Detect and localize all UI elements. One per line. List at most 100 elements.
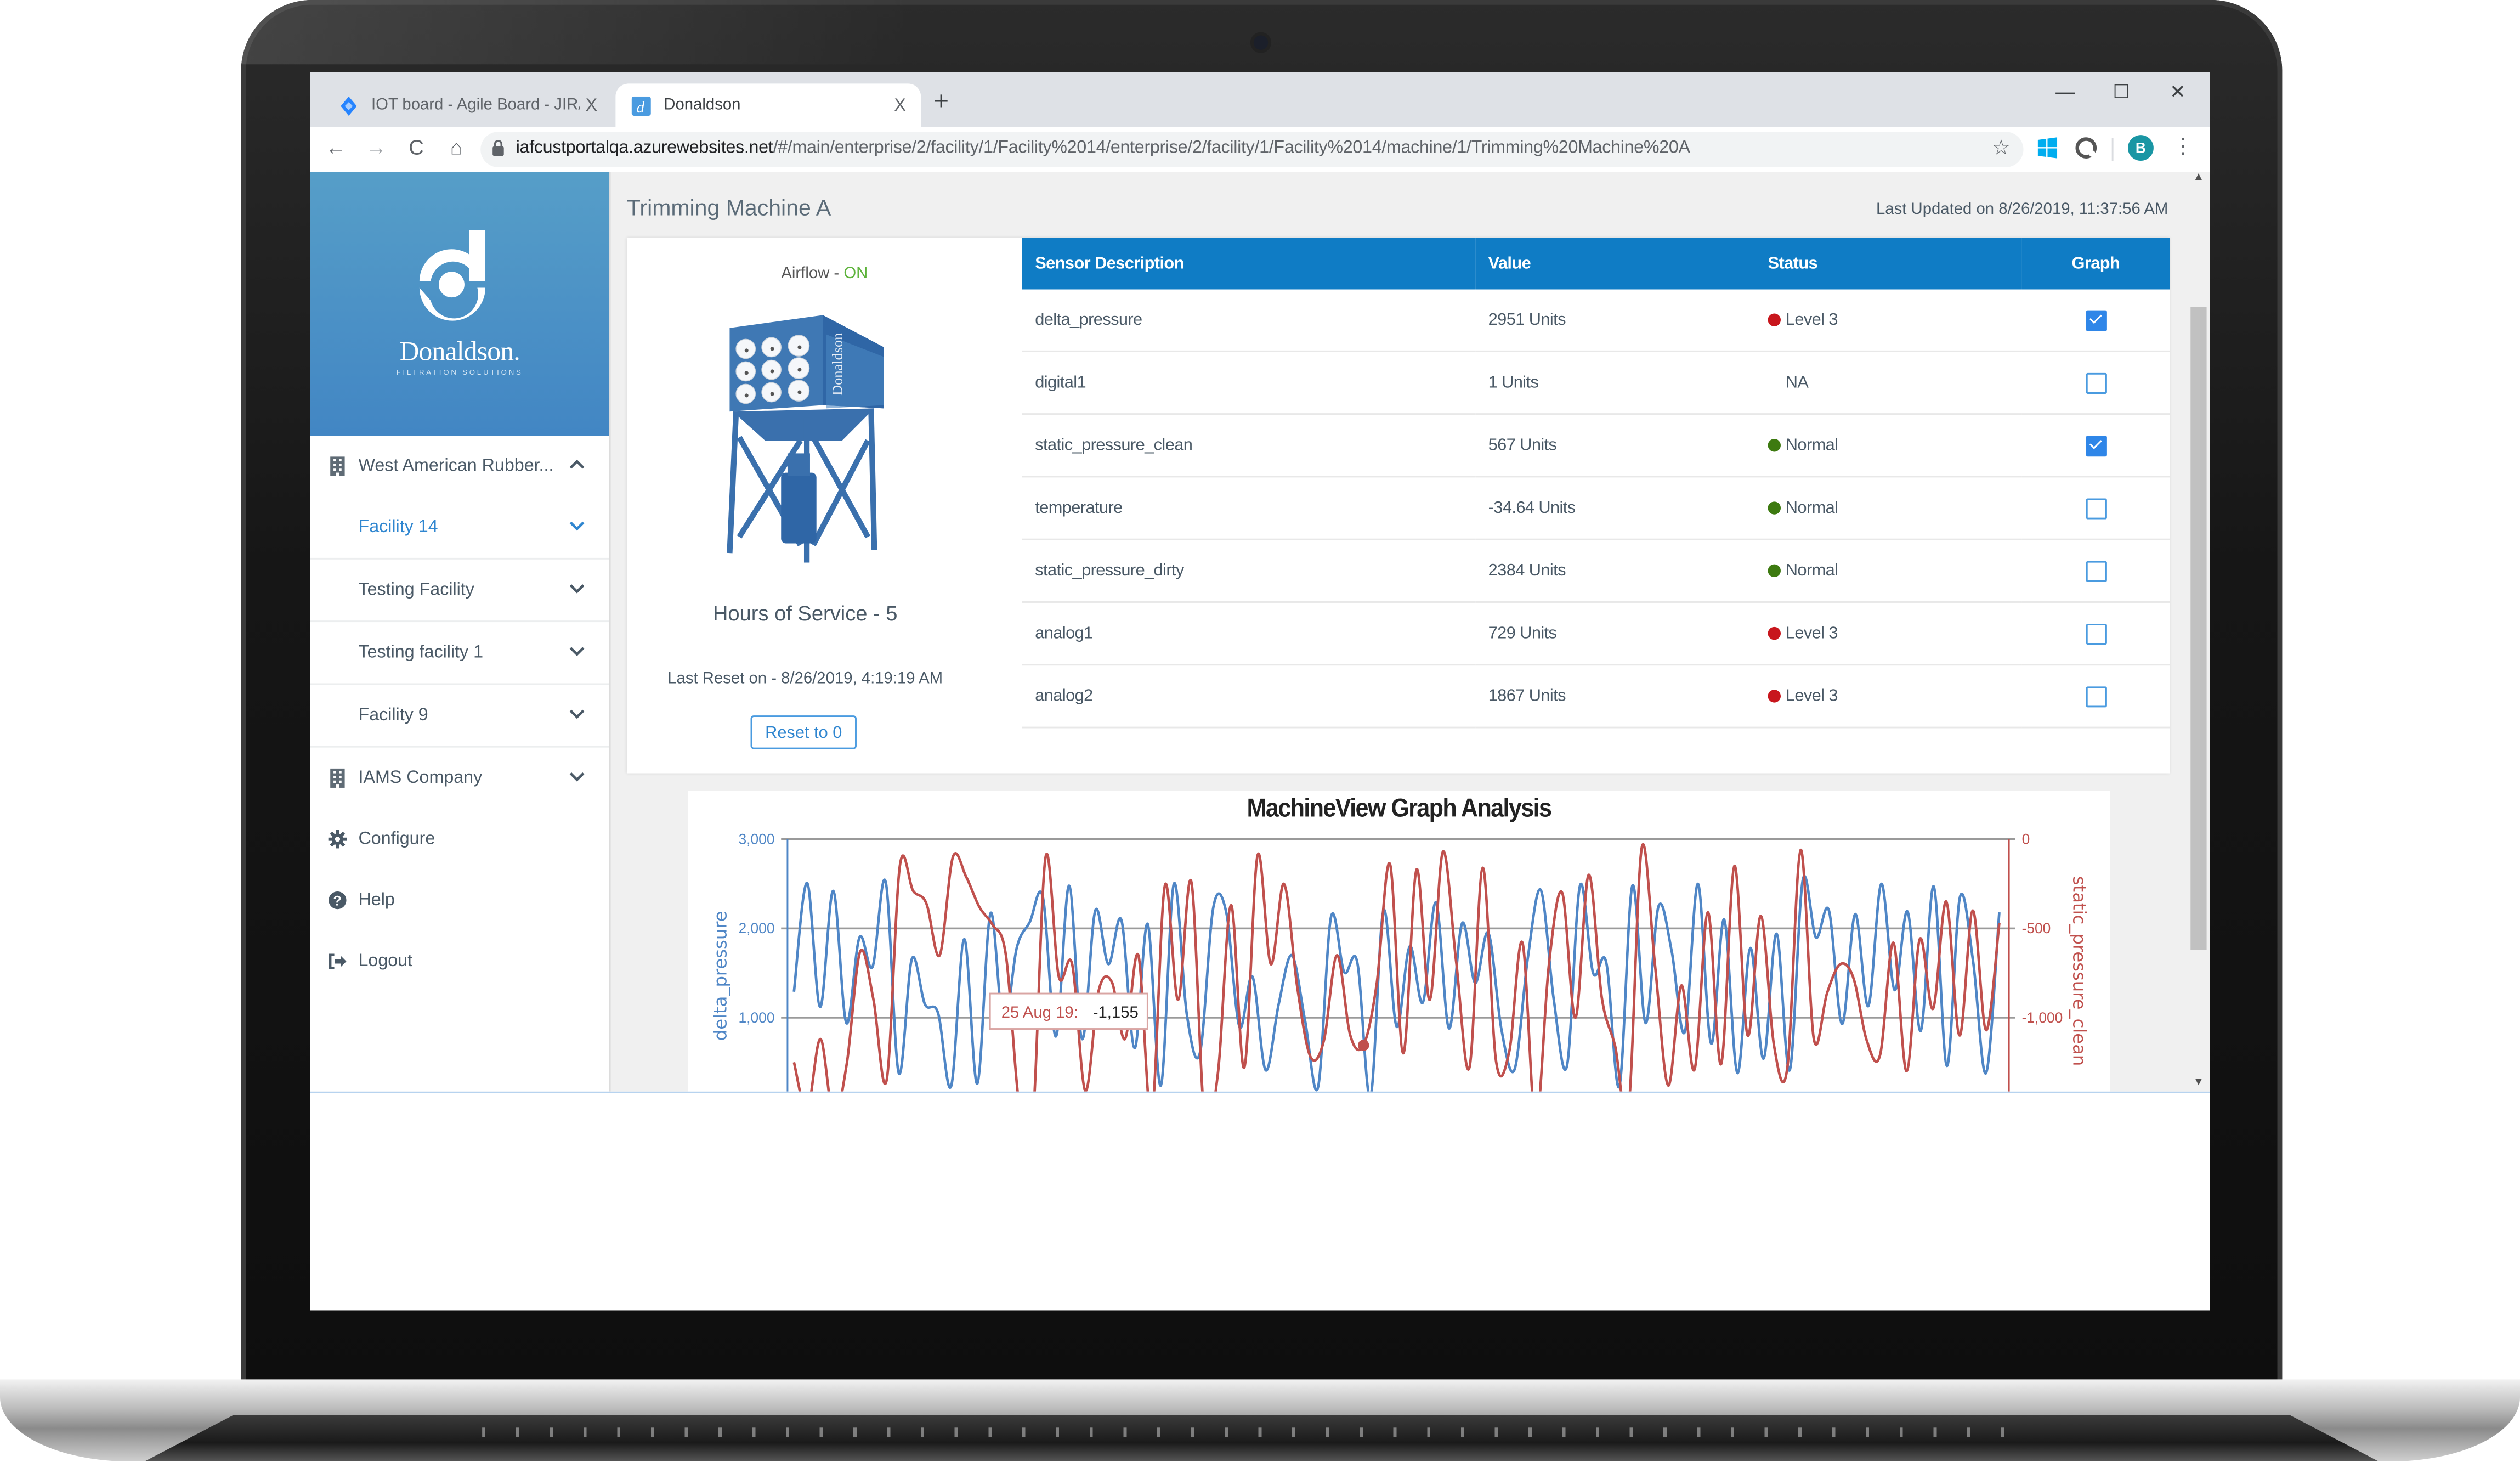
new-tab-button[interactable]: + [934,88,949,117]
sidebar-item-label: West American Rubber... [358,456,554,476]
url-path: /#/main/enterprise/2/facility/1/Facility… [773,138,1690,158]
close-window-button[interactable]: ✕ [2162,81,2194,103]
laptop-keyboard-deck [144,1414,2379,1461]
maximize-button[interactable]: ☐ [2105,81,2138,103]
sensor-name: temperature [1022,476,1476,540]
sync-extension-icon[interactable] [2073,135,2099,161]
graph-checkbox[interactable] [2085,497,2106,519]
sidebar-item-logout[interactable]: Logout [310,931,609,992]
machineview-line-chart[interactable]: 3,000 2,000 1,000 0 -500 -1,000 delta_pressure… [688,791,2110,1092]
status-badge: Normal [1785,498,1838,518]
sidebar-item-configure[interactable]: Configure [310,809,609,870]
status-badge: Level 3 [1785,686,1838,706]
back-button[interactable]: ← [323,135,349,159]
bookmark-star-icon[interactable]: ☆ [1992,135,2011,161]
sidebar-item-testing-facility-1[interactable]: Testing facility 1 [310,622,609,685]
page-title: Trimming Machine A [626,194,831,221]
sensor-value: 2384 Units [1475,539,1755,603]
home-button[interactable]: ⌂ [444,135,469,159]
table-row: analog1 729 Units Level 3 [1022,602,2170,666]
help-circle-icon: ? [326,889,349,912]
y-right-tick-label: 0 [2022,831,2030,848]
sidebar-item-west-american-rubber[interactable]: West American Rubber... [310,436,609,496]
table-row: analog2 1867 Units Level 3 [1022,664,2170,729]
chevron-down-icon[interactable] [567,767,586,786]
status-dot-icon [1768,690,1781,703]
graph-checkbox[interactable] [2085,685,2106,707]
sidebar-item-label: IAMS Company [358,768,483,788]
tab-title: IOT board - Agile Board - JIRA [371,96,580,115]
graph-checkbox[interactable] [2085,560,2106,582]
sensor-name: digital1 [1022,351,1476,415]
status-dot-icon [1768,501,1781,515]
donaldson-logo-icon [419,230,486,321]
profile-avatar[interactable]: B [2127,135,2154,161]
chevron-down-icon[interactable] [567,516,586,535]
graph-checkbox[interactable] [2085,623,2106,644]
sidebar-item-help[interactable]: ? Help [310,870,609,930]
close-tab-icon[interactable]: X [580,95,603,115]
tab-donaldson[interactable]: d Donaldson X [615,83,921,127]
status-badge: NA [1785,372,1809,393]
graph-checkbox[interactable] [2085,309,2106,331]
forward-button[interactable]: → [363,135,389,159]
laptop-mockup: IOT board - Agile Board - JIRA X d Donal… [0,0,2520,1461]
brand-tagline: FILTRATION SOLUTIONS [396,368,523,376]
close-tab-icon[interactable]: X [889,95,911,115]
chevron-down-icon[interactable] [567,641,586,661]
chevron-up-icon[interactable] [567,455,586,474]
main-content: Trimming Machine A Last Updated on 8/26/… [611,172,2188,1092]
table-row: delta_pressure 2951 Units Level 3 [1022,289,2170,352]
donaldson-d-icon: d [631,95,651,115]
sensor-value: 1867 Units [1475,664,1755,729]
viewport-bottom-blank [310,1091,2210,1311]
status-badge: Level 3 [1785,310,1838,330]
graph-checkbox[interactable] [2085,434,2106,456]
reset-to-zero-button[interactable]: Reset to 0 [750,715,857,749]
column-header-sensor[interactable]: Sensor Description [1022,238,1476,290]
keyboard-keys [482,1427,2025,1437]
page-scrollbar[interactable]: ▲ ▼ [2187,172,2210,1092]
address-bar[interactable]: iafcustportalqa.azurewebsites.net/#/main… [480,132,2024,167]
chevron-down-icon[interactable] [567,579,586,598]
sidebar-item-label: Configure [358,829,435,849]
chart-card: MachineView Graph Analysis 3,000 2,000 1,0… [688,791,2110,1092]
sidebar-item-iams-company[interactable]: IAMS Company [310,748,609,809]
tab-jira[interactable]: IOT board - Agile Board - JIRA X [323,83,612,127]
column-header-graph[interactable]: Graph [2021,238,2170,290]
scroll-down-arrow-icon[interactable]: ▼ [2187,1077,2210,1088]
scroll-up-arrow-icon[interactable]: ▲ [2187,172,2210,184]
sensor-value: 1 Units [1475,351,1755,415]
sensor-status-cell: NA [1755,351,2022,415]
graph-toggle-cell [2021,476,2170,540]
column-header-value[interactable]: Value [1475,238,1755,290]
sidebar-item-facility-9[interactable]: Facility 9 [310,685,609,748]
graph-toggle-cell [2021,602,2170,666]
airflow-on-badge: ON [843,265,868,283]
graph-checkbox[interactable] [2085,372,2106,393]
url-text[interactable]: iafcustportalqa.azurewebsites.net/#/main… [516,138,1690,157]
browser-window: IOT board - Agile Board - JIRA X d Donal… [310,72,2210,1311]
scrollbar-thumb[interactable] [2190,307,2207,950]
lock-icon [492,139,504,156]
sensor-status-cell: Normal [1755,414,2022,478]
minimize-button[interactable]: — [2049,81,2081,103]
column-header-status[interactable]: Status [1755,238,2022,290]
table-header-row: Sensor Description Value Status Graph [1022,238,2170,290]
windows-extension-icon[interactable] [2035,135,2060,161]
dust-collector-image: Donaldson [727,315,884,563]
machine-panel: Airflow - ON Donaldson Hours of Service … [627,238,1022,774]
status-badge: Normal [1785,561,1838,580]
toolbar-divider [2111,138,2114,161]
browser-menu-icon[interactable]: ⋮ [2173,133,2194,159]
sidebar-item-testing-facility[interactable]: Testing Facility [310,560,609,623]
chevron-down-icon[interactable] [567,704,586,724]
graph-toggle-cell [2021,414,2170,478]
sidebar-item-facility-14[interactable]: Facility 14 [310,497,609,560]
reload-button[interactable]: C [404,135,429,159]
tab-title: Donaldson [664,96,741,115]
sensor-value: 2951 Units [1475,289,1755,352]
table-row: static_pressure_clean 567 Units Normal [1022,414,2170,478]
url-host: iafcustportalqa.azurewebsites.net [516,138,773,158]
airflow-status: Airflow - ON [627,266,1022,283]
